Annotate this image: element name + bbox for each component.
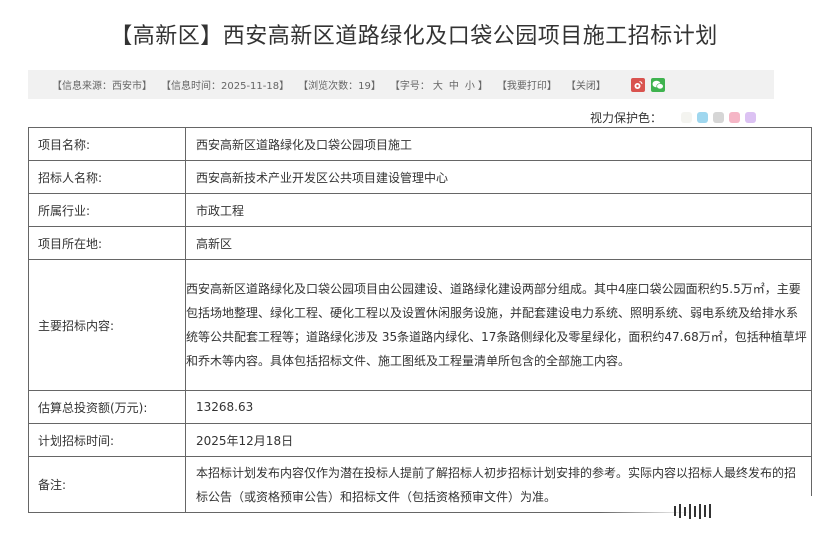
font-size-control: 【字号：大中小】 (390, 77, 488, 92)
row-key-remarks: 备注: (28, 456, 186, 513)
watermark-bar (674, 506, 676, 516)
table-row: 计划招标时间: 2025年12月18日 (28, 423, 812, 457)
table-row: 招标人名称: 西安高新技术产业开发区公共项目建设管理中心 (28, 160, 812, 194)
share-icons (630, 77, 665, 92)
table-row: 所属行业: 市政工程 (28, 193, 812, 227)
row-value-tenderer: 西安高新技术产业开发区公共项目建设管理中心 (185, 160, 812, 194)
watermark-bar (684, 506, 686, 516)
watermark-bar (699, 503, 701, 519)
color-swatch-purple[interactable] (745, 112, 756, 123)
row-value-location: 高新区 (185, 226, 812, 260)
row-key-tender-time: 计划招标时间: (28, 423, 186, 457)
row-value-industry: 市政工程 (185, 193, 812, 227)
project-info-table: 项目名称: 西安高新区道路绿化及口袋公园项目施工 招标人名称: 西安高新技术产业… (28, 127, 812, 513)
row-key-industry: 所属行业: (28, 193, 186, 227)
info-views: 【浏览次数：19】 (298, 81, 381, 92)
font-size-large-button[interactable]: 大 (433, 81, 443, 92)
color-swatch-blue[interactable] (697, 112, 708, 123)
color-swatch-default[interactable] (681, 112, 692, 123)
watermark-bar (709, 504, 711, 518)
color-swatch-gray[interactable] (713, 112, 724, 123)
watermark-bar (679, 504, 681, 518)
watermark-bar (694, 505, 696, 517)
wechat-share-icon[interactable] (650, 77, 665, 92)
eye-protection-label: 视力保护色： (589, 111, 662, 125)
row-key-project-name: 项目名称: (28, 127, 186, 161)
font-size-label: 【字号： (389, 81, 430, 92)
close-link[interactable]: 【关闭】 (566, 77, 606, 92)
font-size-small-button[interactable]: 小 (465, 81, 475, 92)
page-title: 【高新区】西安高新区道路绿化及口袋公园项目施工招标计划 (110, 24, 718, 49)
font-size-medium-button[interactable]: 中 (449, 81, 459, 92)
row-key-location: 项目所在地: (28, 226, 186, 260)
row-value-main-content: 西安高新区道路绿化及口袋公园项目由公园建设、道路绿化建设两部分组成。其中4座口袋… (185, 259, 812, 391)
font-size-suffix: 】 (477, 81, 488, 92)
row-key-investment: 估算总投资额(万元): (28, 390, 186, 424)
table-row: 主要招标内容: 西安高新区道路绿化及口袋公园项目由公园建设、道路绿化建设两部分组… (28, 259, 812, 391)
info-source: 【信息来源：西安市】 (52, 81, 152, 92)
watermark-bar (704, 505, 706, 517)
eye-protection-colors: 视力保护色： (590, 109, 756, 126)
watermark-fade (600, 496, 828, 526)
info-bar: 【信息来源：西安市】 【信息时间：2025-11-18】 【浏览次数：19】 【… (28, 70, 774, 99)
color-swatch-pink[interactable] (729, 112, 740, 123)
row-key-main-content: 主要招标内容: (28, 259, 186, 391)
row-value-investment: 13268.63 (185, 390, 812, 424)
table-row: 项目所在地: 高新区 (28, 226, 812, 260)
row-value-tender-time: 2025年12月18日 (185, 423, 812, 457)
row-value-project-name: 西安高新区道路绿化及口袋公园项目施工 (185, 127, 812, 161)
table-row: 项目名称: 西安高新区道路绿化及口袋公园项目施工 (28, 127, 812, 161)
table-row: 估算总投资额(万元): 13268.63 (28, 390, 812, 424)
row-key-tenderer: 招标人名称: (28, 160, 186, 194)
print-link[interactable]: 【我要打印】 (497, 77, 557, 92)
weibo-share-icon[interactable] (630, 77, 645, 92)
info-time: 【信息时间：2025-11-18】 (161, 81, 290, 92)
watermark-bar (689, 503, 691, 519)
